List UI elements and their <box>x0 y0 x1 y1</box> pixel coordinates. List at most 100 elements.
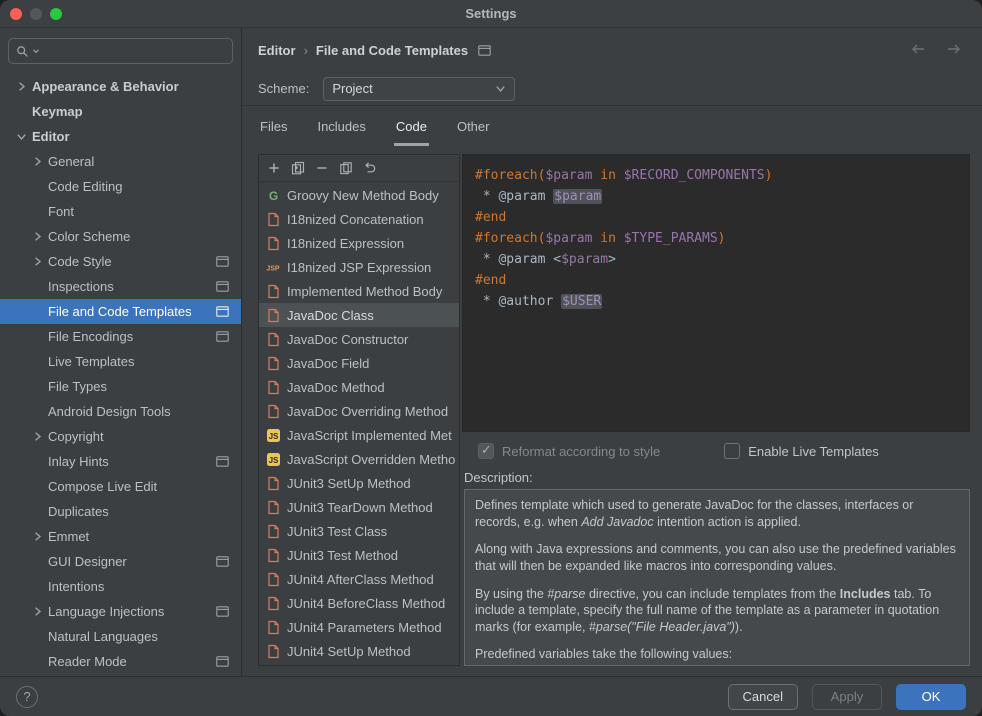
breadcrumb-editor[interactable]: Editor <box>258 43 296 58</box>
sidebar-item-appearance-behavior[interactable]: Appearance & Behavior <box>0 74 241 99</box>
sidebar-item-file-and-code-templates[interactable]: File and Code Templates <box>0 299 241 324</box>
sidebar-item-reader-mode[interactable]: Reader Mode <box>0 649 241 674</box>
sidebar-item-font[interactable]: Font <box>0 199 241 224</box>
sidebar-item-natural-languages[interactable]: Natural Languages <box>0 624 241 649</box>
cancel-button[interactable]: Cancel <box>728 684 798 710</box>
sidebar-item-compose-live-edit[interactable]: Compose Live Edit <box>0 474 241 499</box>
template-item-javadoc-overriding-method[interactable]: JavaDoc Overriding Method <box>259 399 459 423</box>
live-templates-label: Enable Live Templates <box>748 444 879 459</box>
sidebar-item-general[interactable]: General <box>0 149 241 174</box>
chevron-right-icon[interactable] <box>28 156 46 167</box>
template-item-javadoc-constructor[interactable]: JavaDoc Constructor <box>259 327 459 351</box>
template-item-javadoc-field[interactable]: JavaDoc Field <box>259 351 459 375</box>
sidebar-item-color-scheme[interactable]: Color Scheme <box>0 224 241 249</box>
tab-other[interactable]: Other <box>455 106 492 146</box>
description-text[interactable]: Defines template which used to generate … <box>464 489 970 666</box>
file-template-icon <box>265 500 281 515</box>
sidebar-item-android-design-tools[interactable]: Android Design Tools <box>0 399 241 424</box>
create-child-template-button[interactable] <box>287 157 309 179</box>
chevron-right-icon[interactable] <box>28 606 46 617</box>
template-item-junit4-parameters-method[interactable]: JUnit4 Parameters Method <box>259 615 459 639</box>
description-paragraph: Along with Java expressions and comments… <box>475 541 959 574</box>
template-item-implemented-method-body[interactable]: Implemented Method Body <box>259 279 459 303</box>
template-item-groovy-new-method-body[interactable]: GGroovy New Method Body <box>259 183 459 207</box>
settings-page-icon <box>216 331 229 342</box>
remove-template-button[interactable] <box>311 157 333 179</box>
sidebar-item-keymap[interactable]: Keymap <box>0 99 241 124</box>
sidebar-item-label: Color Scheme <box>48 229 130 244</box>
sidebar-item-live-templates[interactable]: Live Templates <box>0 349 241 374</box>
tab-files[interactable]: Files <box>258 106 289 146</box>
sidebar-item-copyright[interactable]: Copyright <box>0 424 241 449</box>
sidebar-item-label: Android Design Tools <box>48 404 171 419</box>
sidebar-item-code-editing[interactable]: Code Editing <box>0 174 241 199</box>
sidebar-item-intentions[interactable]: Intentions <box>0 574 241 599</box>
template-item-i18nized-expression[interactable]: I18nized Expression <box>259 231 459 255</box>
add-template-button[interactable] <box>263 157 285 179</box>
settings-search-input[interactable] <box>43 44 225 59</box>
chevron-right-icon[interactable] <box>28 231 46 242</box>
forward-button[interactable] <box>946 42 962 59</box>
template-item-i18nized-jsp-expression[interactable]: JSPI18nized JSP Expression <box>259 255 459 279</box>
zoom-button[interactable] <box>50 8 62 20</box>
reset-to-default-button[interactable] <box>359 157 381 179</box>
sidebar-item-editor[interactable]: Editor <box>0 124 241 149</box>
chevron-down-icon[interactable] <box>12 131 30 142</box>
template-content: GGroovy New Method BodyI18nized Concaten… <box>242 146 982 676</box>
duplicate-template-button[interactable] <box>335 157 357 179</box>
code-line: #foreach($param in $RECORD_COMPONENTS) <box>475 165 957 186</box>
sidebar-item-duplicates[interactable]: Duplicates <box>0 499 241 524</box>
template-item-junit4-beforeclass-method[interactable]: JUnit4 BeforeClass Method <box>259 591 459 615</box>
tab-code[interactable]: Code <box>394 106 429 146</box>
sidebar-item-emmet[interactable]: Emmet <box>0 524 241 549</box>
template-item-label: JUnit4 BeforeClass Method <box>287 596 445 611</box>
sidebar-item-code-style[interactable]: Code Style <box>0 249 241 274</box>
search-history-chevron-icon[interactable] <box>32 47 40 55</box>
template-item-javascript-overridden-metho[interactable]: JS JavaScript Overridden Metho <box>259 447 459 471</box>
ok-button[interactable]: OK <box>896 684 966 710</box>
breadcrumb-file-and-code-templates[interactable]: File and Code Templates <box>316 43 468 58</box>
live-templates-option[interactable]: Enable Live Templates <box>724 443 879 459</box>
sidebar-item-language-injections[interactable]: Language Injections <box>0 599 241 624</box>
sidebar-item-inlay-hints[interactable]: Inlay Hints <box>0 449 241 474</box>
file-template-icon <box>265 284 281 299</box>
template-editor[interactable]: #foreach($param in $RECORD_COMPONENTS) *… <box>462 154 970 432</box>
template-item-label: JavaScript Overridden Metho <box>287 452 455 467</box>
template-item-junit3-setup-method[interactable]: JUnit3 SetUp Method <box>259 471 459 495</box>
template-item-junit3-test-method[interactable]: JUnit3 Test Method <box>259 543 459 567</box>
template-item-junit4-afterclass-method[interactable]: JUnit4 AfterClass Method <box>259 567 459 591</box>
live-templates-checkbox[interactable] <box>724 443 740 459</box>
close-button[interactable] <box>10 8 22 20</box>
sidebar-item-label: Intentions <box>48 579 104 594</box>
chevron-right-icon[interactable] <box>28 531 46 542</box>
scheme-select[interactable]: Project <box>323 77 515 101</box>
tab-includes[interactable]: Includes <box>315 106 367 146</box>
template-item-junit3-teardown-method[interactable]: JUnit3 TearDown Method <box>259 495 459 519</box>
reformat-checkbox[interactable] <box>478 443 494 459</box>
template-item-javadoc-method[interactable]: JavaDoc Method <box>259 375 459 399</box>
chevron-right-icon[interactable] <box>12 81 30 92</box>
reformat-option[interactable]: Reformat according to style <box>478 443 660 459</box>
apply-button[interactable]: Apply <box>812 684 882 710</box>
template-item-junit4-setup-method[interactable]: JUnit4 SetUp Method <box>259 639 459 663</box>
chevron-right-icon[interactable] <box>28 256 46 267</box>
sidebar-item-inspections[interactable]: Inspections <box>0 274 241 299</box>
template-item-javadoc-class[interactable]: JavaDoc Class <box>259 303 459 327</box>
file-template-icon <box>265 404 281 419</box>
template-item-i18nized-concatenation[interactable]: I18nized Concatenation <box>259 207 459 231</box>
back-button[interactable] <box>910 42 926 59</box>
code-line: #end <box>475 207 957 228</box>
settings-page-icon <box>216 656 229 667</box>
template-item-javascript-implemented-met[interactable]: JSJavaScript Implemented Met <box>259 423 459 447</box>
sidebar-item-gui-designer[interactable]: GUI Designer <box>0 549 241 574</box>
svg-text:JS: JS <box>268 456 278 465</box>
settings-search[interactable] <box>8 38 233 64</box>
description-label: Description: <box>464 470 970 485</box>
template-item-label: JUnit3 SetUp Method <box>287 476 411 491</box>
chevron-right-icon[interactable] <box>28 431 46 442</box>
template-item-junit3-test-class[interactable]: JUnit3 Test Class <box>259 519 459 543</box>
sidebar-item-file-encodings[interactable]: File Encodings <box>0 324 241 349</box>
help-button[interactable]: ? <box>16 686 38 708</box>
sidebar-item-file-types[interactable]: File Types <box>0 374 241 399</box>
template-item-label: JavaDoc Overriding Method <box>287 404 448 419</box>
